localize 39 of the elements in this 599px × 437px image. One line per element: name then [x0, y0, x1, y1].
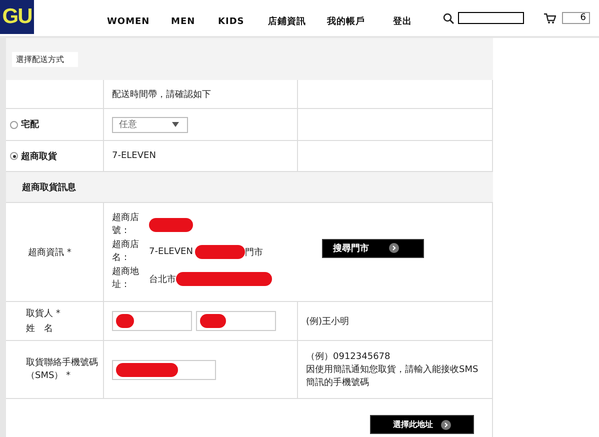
store-field-label: 超商店名： [112, 239, 140, 265]
example-text: (例)王小明 [306, 316, 350, 328]
nav-link[interactable]: WOMEN [107, 16, 150, 26]
hint-text: 因使用簡訊通知您取貨，請輸入能接收SMS簡訊的手機號碼 [306, 364, 480, 390]
select-address-button[interactable]: 選擇此地址 [370, 415, 474, 434]
option-label: 宅配 [21, 118, 39, 131]
gu-logo[interactable]: GU [0, 0, 34, 34]
name-field[interactable] [112, 311, 192, 331]
nav-link[interactable]: 我的帳戶 [327, 16, 365, 26]
store-field-value: 7-ELEVEN [149, 247, 193, 257]
phone-field[interactable] [112, 360, 216, 380]
nav-link[interactable]: 店鋪資訊 [268, 16, 306, 26]
section-title: 選擇配送方式 [12, 52, 78, 66]
cart-count: 6 [562, 12, 590, 24]
example-text: （例）0912345678 [306, 351, 390, 364]
find-store-button[interactable]: 搜尋門市 [322, 238, 424, 258]
search-field[interactable] [458, 12, 524, 24]
option-label: 超商取貨 [21, 150, 57, 162]
store-field-value: 門市 [244, 246, 263, 258]
name-field[interactable] [196, 311, 276, 331]
cart-icon[interactable] [544, 12, 556, 24]
field-label: 超商資訊 * [28, 246, 72, 258]
search-icon[interactable] [443, 12, 454, 24]
store-field-label: 超商地址： [112, 266, 140, 292]
nav-link[interactable]: KIDS [218, 16, 244, 26]
radio-button[interactable] [10, 152, 18, 160]
field-label: 取貨聯絡手機號碼（SMS） * [26, 356, 99, 382]
field-label: 姓 名 [26, 322, 53, 335]
radio-button[interactable] [10, 120, 18, 128]
field-label: 取貨人 * [26, 308, 60, 320]
subheading: 超商取貨訊息 [22, 181, 76, 194]
store-field-label: 超商店號： [112, 212, 140, 238]
delivery-note: 配送時間帶，請確認如下 [112, 88, 211, 100]
time-dropdown[interactable]: 任意 [112, 116, 188, 132]
option-value: 7-ELEVEN [112, 151, 156, 161]
nav-link[interactable]: MEN [171, 16, 196, 26]
caret-icon [172, 122, 179, 127]
store-field-value: 台北市 [149, 274, 176, 286]
nav-link[interactable]: 登出 [393, 16, 412, 26]
